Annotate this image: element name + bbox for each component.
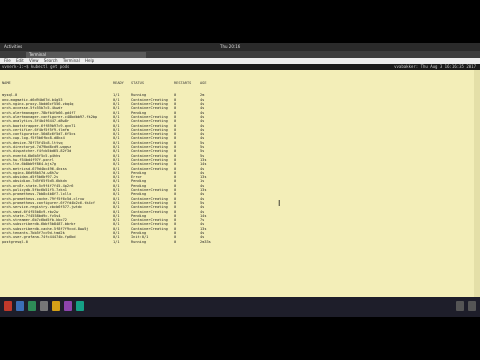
terminal-icon[interactable] bbox=[40, 301, 48, 311]
menu-edit[interactable]: Edit bbox=[16, 58, 24, 63]
activities-button[interactable]: Activities bbox=[4, 43, 22, 51]
tray-clock-icon[interactable] bbox=[468, 301, 476, 311]
prompt-line: vvnerk-1:~$ kubectl get pods bbox=[2, 64, 70, 69]
header-ready: READY bbox=[113, 80, 124, 85]
menu-terminal[interactable]: Terminal bbox=[63, 58, 80, 63]
menu-view[interactable]: View bbox=[29, 58, 39, 63]
files-icon[interactable] bbox=[28, 301, 36, 311]
top-panel: Activities Thu 20:16 bbox=[0, 43, 480, 51]
settings-icon[interactable] bbox=[64, 301, 72, 311]
header-age: AGE bbox=[200, 80, 207, 85]
screen-frame: Activities Thu 20:16 Terminal File Edit … bbox=[0, 43, 480, 317]
header-status: STATUS bbox=[131, 80, 144, 85]
taskbar bbox=[0, 297, 480, 317]
pod-status: Running bbox=[131, 239, 147, 244]
host-info: vvabakker: Thu Aug 3 16:16:35 2017 bbox=[394, 64, 476, 69]
pod-listing: NAME READY STATUS RESTARTS AGE mysql-0 1/… bbox=[0, 72, 470, 244]
header-name: NAME bbox=[2, 80, 11, 85]
header-restarts: RESTARTS bbox=[174, 80, 192, 85]
app-launcher-icon[interactable] bbox=[4, 301, 12, 311]
window-title: Thu 20:16 bbox=[220, 44, 241, 49]
pod-age: 2m33s bbox=[200, 239, 211, 244]
editor-icon[interactable] bbox=[52, 301, 60, 311]
pod-name: postgresql-0 bbox=[2, 239, 28, 244]
menu-file[interactable]: File bbox=[4, 58, 11, 63]
terminal-scrollbar[interactable] bbox=[474, 70, 480, 310]
app-icon[interactable] bbox=[76, 301, 84, 311]
menu-search[interactable]: Search bbox=[44, 58, 58, 63]
tray-icon[interactable] bbox=[456, 301, 464, 311]
terminal-command-line: vvnerk-1:~$ kubectl get pods vvabakker: … bbox=[0, 64, 480, 70]
menu-help[interactable]: Help bbox=[85, 58, 94, 63]
pod-ready: 1/1 bbox=[113, 239, 120, 244]
pod-row: postgresql-0 1/1 Running 0 2m33s bbox=[0, 240, 470, 244]
table-header: NAME READY STATUS RESTARTS AGE bbox=[0, 81, 470, 85]
browser-icon[interactable] bbox=[16, 301, 24, 311]
tab-strip: Terminal bbox=[0, 51, 480, 58]
pod-restarts: 0 bbox=[174, 239, 177, 244]
mouse-cursor-icon: I bbox=[278, 199, 281, 208]
